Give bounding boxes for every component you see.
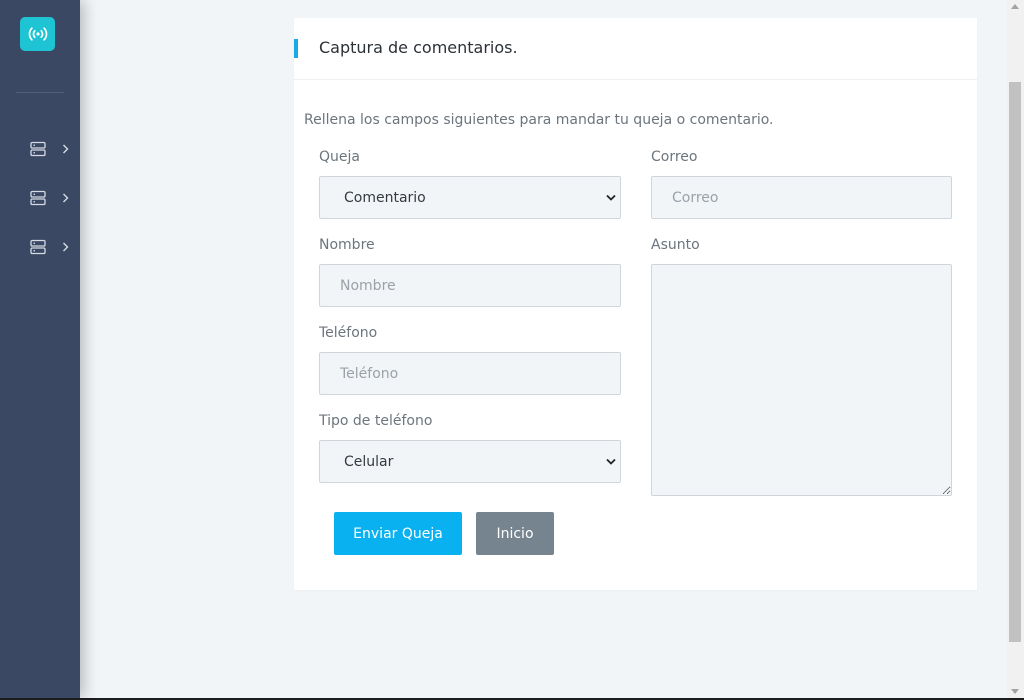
sidebar-item-3[interactable] (30, 236, 76, 258)
asunto-textarea[interactable] (651, 264, 952, 496)
correo-label: Correo (651, 149, 698, 165)
form-intro: Rellena los campos siguientes para manda… (304, 112, 774, 128)
complaint-card: Captura de comentarios. Rellena los camp… (294, 18, 977, 590)
tipo-telefono-label: Tipo de teléfono (319, 413, 433, 429)
tipo-telefono-select-wrap: Celular (319, 440, 621, 483)
chevron-right-icon (62, 242, 69, 252)
queja-select-wrap: Comentario (319, 176, 621, 219)
telefono-label: Teléfono (319, 325, 378, 341)
home-button[interactable]: Inicio (476, 512, 554, 555)
sidebar-item-2[interactable] (30, 187, 76, 209)
server-icon (30, 141, 46, 157)
card-header: Captura de comentarios. (294, 18, 977, 80)
sidebar (0, 0, 80, 698)
app-logo[interactable] (20, 17, 55, 51)
sidebar-item-1[interactable] (30, 138, 76, 160)
scroll-thumb[interactable] (1009, 82, 1021, 642)
chevron-right-icon (62, 193, 69, 203)
scroll-down-arrow-icon[interactable] (1011, 689, 1019, 694)
vertical-scrollbar[interactable] (1007, 0, 1024, 698)
telefono-input[interactable] (319, 352, 621, 395)
page-title: Captura de comentarios. (319, 38, 518, 57)
nombre-input[interactable] (319, 264, 621, 307)
queja-label: Queja (319, 149, 360, 165)
wireless-signal-icon (28, 27, 47, 41)
chevron-right-icon (62, 144, 69, 154)
scroll-up-arrow-icon[interactable] (1011, 4, 1019, 9)
tipo-telefono-select[interactable]: Celular (319, 440, 621, 483)
header-accent-bar (294, 39, 298, 58)
submit-complaint-button[interactable]: Enviar Queja (334, 512, 462, 555)
server-icon (30, 190, 46, 206)
correo-input[interactable] (651, 176, 952, 219)
server-icon (30, 239, 46, 255)
nombre-label: Nombre (319, 237, 375, 253)
asunto-label: Asunto (651, 237, 700, 253)
queja-select[interactable]: Comentario (319, 176, 621, 219)
sidebar-divider (16, 92, 64, 93)
